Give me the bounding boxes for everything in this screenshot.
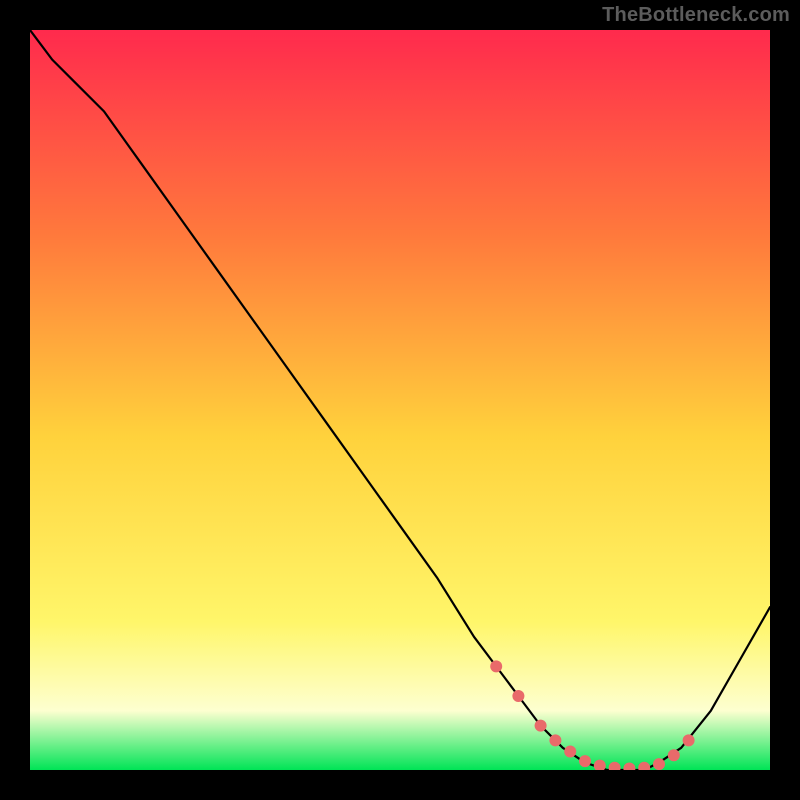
bottleneck-chart <box>30 30 770 770</box>
gradient-background <box>30 30 770 770</box>
marker-dot <box>653 758 665 770</box>
plot-area <box>30 30 770 770</box>
marker-dot <box>683 734 695 746</box>
marker-dot <box>512 690 524 702</box>
marker-dot <box>490 660 502 672</box>
marker-dot <box>579 755 591 767</box>
marker-dot <box>564 746 576 758</box>
marker-dot <box>549 734 561 746</box>
chart-frame: TheBottleneck.com <box>0 0 800 800</box>
watermark-text: TheBottleneck.com <box>602 4 790 27</box>
marker-dot <box>668 749 680 761</box>
marker-dot <box>535 720 547 732</box>
